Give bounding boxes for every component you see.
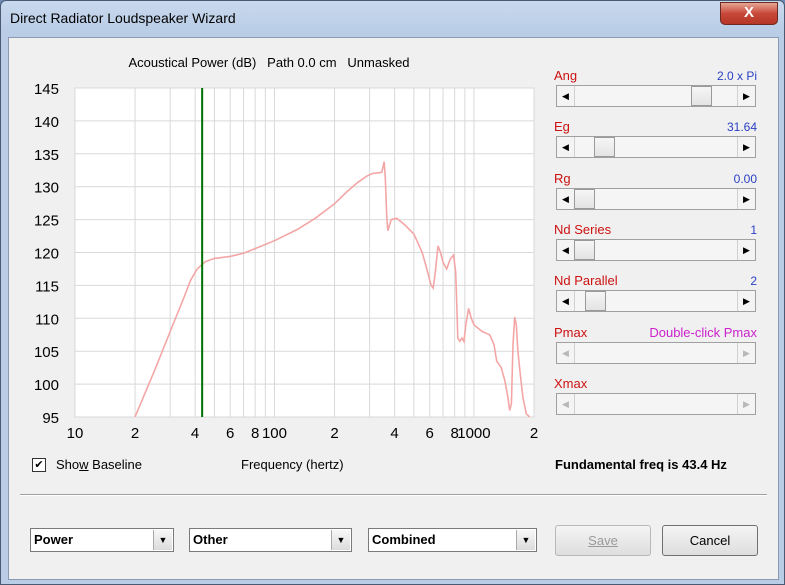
wizard-window: Direct Radiator Loudspeaker Wizard X Aco… [0,0,785,585]
scroll-left-icon[interactable]: ◀ [557,86,575,106]
y-tick-label: 95 [42,410,59,427]
scroll-right-icon[interactable]: ▶ [737,86,755,106]
param-value: Double-click Pmax [649,324,757,340]
show-baseline-label[interactable]: Show Baseline [56,457,142,472]
x-tick-label: 10 [67,425,84,442]
x-tick-label: 100 [262,425,287,442]
dialog-client: Acoustical Power (dB) Path 0.0 cm Unmask… [8,37,779,580]
scroll-thumb[interactable] [574,188,595,209]
y-tick-label: 140 [34,114,59,131]
y-tick-label: 145 [34,81,59,98]
dropdown-value: Other [193,532,228,547]
param-scrollbar[interactable]: ◀ ▶ [556,238,756,261]
scroll-left-icon[interactable]: ◀ [557,188,575,209]
scroll-right-icon[interactable]: ▶ [737,188,755,209]
param-label: Eg [554,119,570,135]
fundamental-freq-text: Fundamental freq is 43.4 Hz [555,457,727,472]
chevron-down-icon[interactable]: ▼ [331,530,350,550]
param-scrollbar[interactable]: ◀ ▶ [556,341,756,364]
dropdown-value: Power [34,532,74,547]
chevron-down-icon[interactable]: ▼ [153,530,172,550]
other-dropdown[interactable]: Other ▼ [189,528,352,552]
param-scrollbar[interactable]: ◀ ▶ [556,290,756,313]
scroll-right-icon[interactable]: ▶ [737,239,755,260]
x-tick-label: 2 [131,425,139,442]
scroll-right-icon[interactable]: ▶ [737,342,755,363]
combined-dropdown[interactable]: Combined ▼ [368,528,537,552]
close-button[interactable]: X [720,2,778,25]
x-tick-label: 6 [226,425,234,442]
scroll-left-icon[interactable]: ◀ [557,342,575,363]
scroll-thumb[interactable] [691,86,713,106]
y-tick-label: 105 [34,344,59,361]
scroll-right-icon[interactable]: ▶ [737,393,755,414]
param-value: 2 [750,274,757,289]
scroll-left-icon[interactable]: ◀ [557,137,575,158]
param-value: 2.0 x Pi [716,69,757,83]
param-scrollbar[interactable]: ◀ ▶ [556,136,756,159]
y-tick-label: 125 [34,213,59,230]
scroll-right-icon[interactable]: ▶ [737,137,755,158]
x-tick-label: 1000 [457,425,490,442]
scroll-left-icon[interactable]: ◀ [557,239,575,260]
x-tick-label: 4 [390,425,398,442]
x-tick-label: 2 [330,425,338,442]
scroll-thumb[interactable] [574,239,595,260]
param-scrollbar[interactable]: ◀ ▶ [556,187,756,210]
scroll-thumb[interactable] [585,291,607,312]
x-tick-label: 2 [530,425,538,442]
scroll-left-icon[interactable]: ◀ [557,393,575,414]
power-chart: 1451401351301251201151101051009510 2 4 6 8 10… [34,81,538,442]
y-tick-label: 100 [34,377,59,394]
param-scrollbar[interactable]: ◀ ▶ [556,85,756,107]
y-tick-label: 135 [34,147,59,164]
param-value: 1 [750,222,757,237]
scroll-thumb[interactable] [594,137,616,158]
param-value: 0.00 [733,171,757,186]
power-dropdown[interactable]: Power ▼ [30,528,174,552]
scroll-left-icon[interactable]: ◀ [557,291,575,312]
title-bar[interactable]: Direct Radiator Loudspeaker Wizard X [1,1,784,35]
x-tick-label: 6 [426,425,434,442]
param-value: 31.64 [726,120,757,135]
x-axis-label: Frequency (hertz) [241,457,344,472]
x-tick-label: 4 [191,425,199,442]
chevron-down-icon[interactable]: ▼ [516,530,535,550]
y-tick-label: 120 [34,246,59,263]
scroll-right-icon[interactable]: ▶ [737,291,755,312]
cancel-button[interactable]: Cancel [662,525,758,556]
x-tick-label: 8 [251,425,259,442]
dropdown-value: Combined [372,532,436,547]
y-tick-label: 115 [35,278,59,295]
param-scrollbar[interactable]: ◀ ▶ [556,392,756,415]
param-label: Xmax [554,375,588,391]
window-title: Direct Radiator Loudspeaker Wizard [10,10,236,26]
y-tick-label: 110 [35,311,59,328]
save-button[interactable]: Save [555,525,651,556]
separator [20,494,767,496]
show-baseline-checkbox[interactable]: ✔ [32,458,46,472]
y-tick-label: 130 [34,180,59,197]
